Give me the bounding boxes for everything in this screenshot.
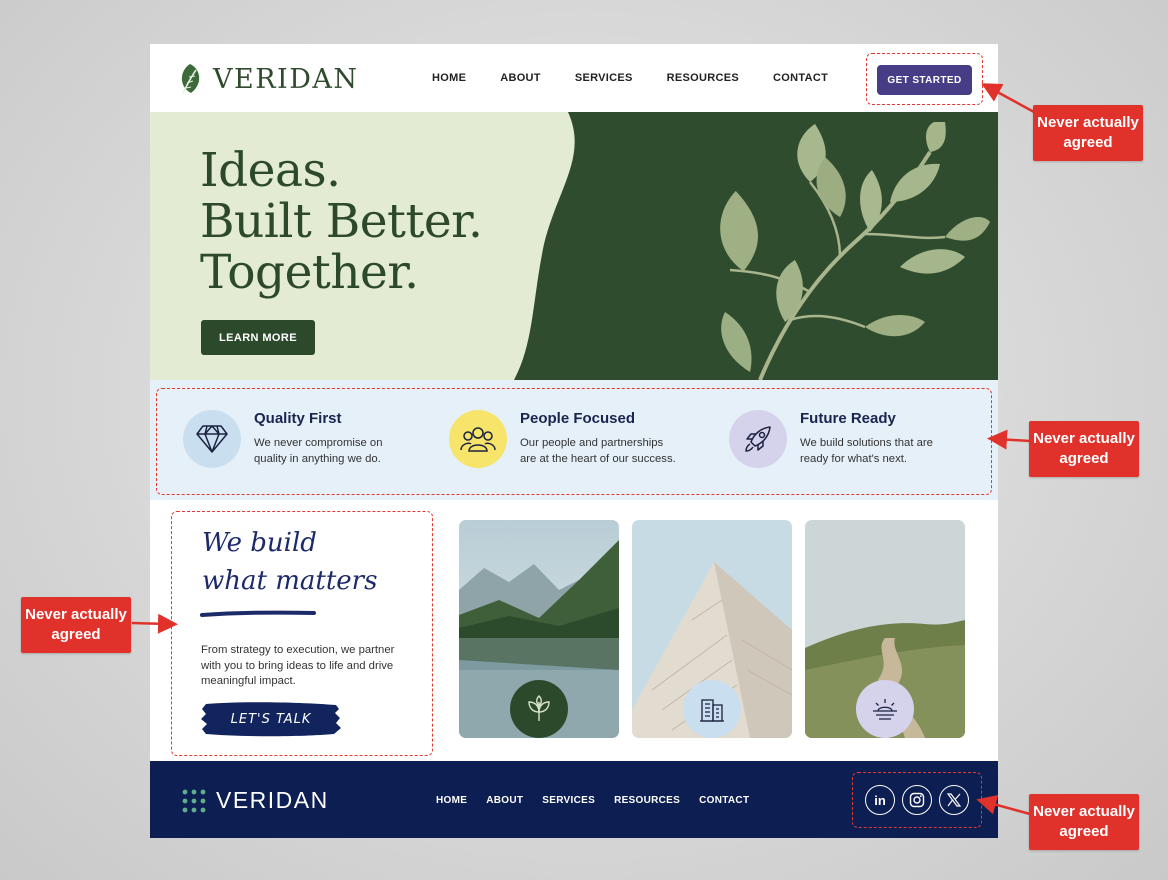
annotation-label-social: Never actually agreed bbox=[1029, 794, 1139, 850]
annotation-label-cta: Never actually agreed bbox=[1033, 105, 1143, 161]
annotation-arrows bbox=[131, 83, 1035, 816]
annotation-label-features: Never actually agreed bbox=[1029, 421, 1139, 477]
annotation-label-about: Never actually agreed bbox=[21, 597, 131, 653]
